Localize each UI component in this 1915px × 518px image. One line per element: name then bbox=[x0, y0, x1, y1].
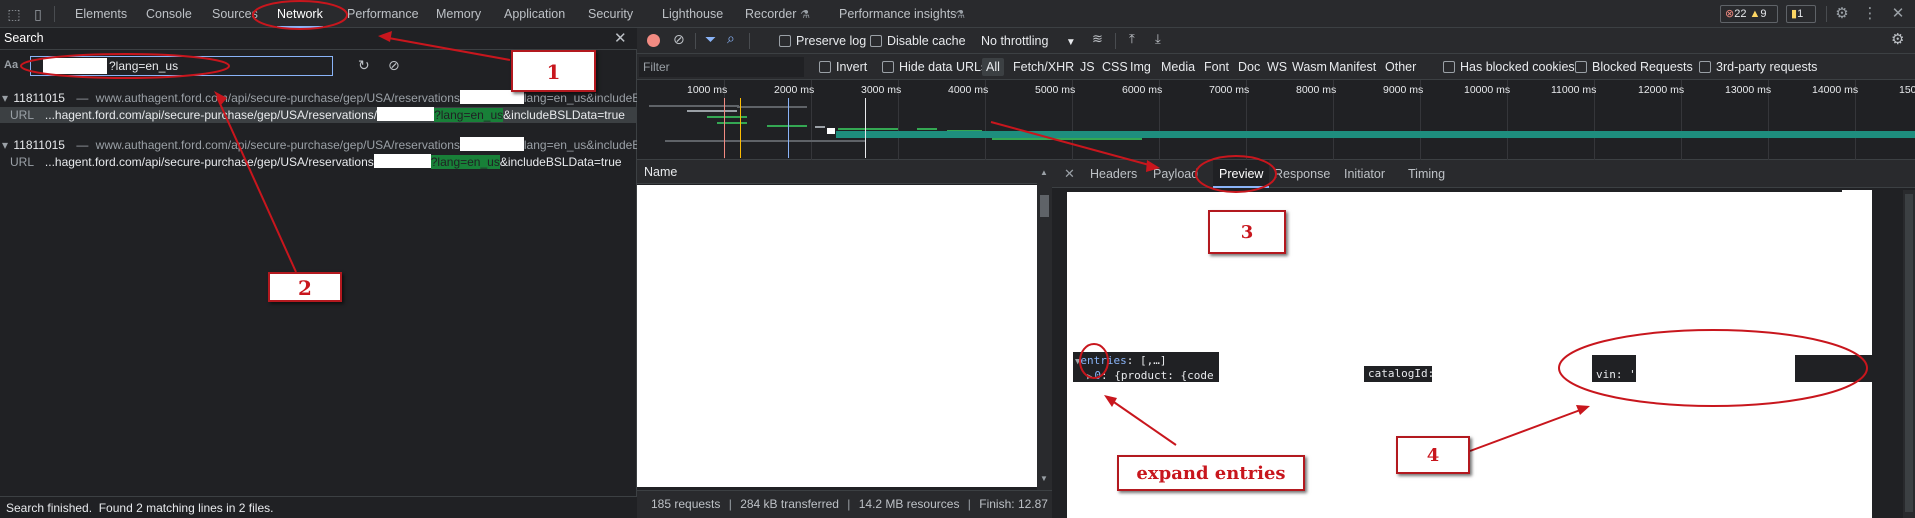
annotation-step-2: 2 bbox=[268, 272, 342, 302]
arrow-expand bbox=[1107, 397, 1177, 446]
arrow-2 bbox=[216, 96, 297, 273]
arrowhead-2 bbox=[214, 91, 227, 105]
preview-tab-circle bbox=[1195, 155, 1277, 193]
arrowhead-4 bbox=[1576, 405, 1590, 415]
entries-arrow-circle bbox=[1079, 343, 1109, 379]
arrowhead-1 bbox=[378, 31, 392, 42]
arrow-1 bbox=[382, 36, 511, 61]
annotation-overlay bbox=[20, 0, 1868, 452]
search-query-circle bbox=[20, 53, 230, 79]
annotation-expand-entries: expand entries bbox=[1117, 455, 1305, 491]
network-tab-circle bbox=[252, 0, 348, 30]
annotation-step-1: 1 bbox=[511, 50, 596, 92]
arrow-3 bbox=[990, 121, 1154, 167]
arrowhead-expand bbox=[1104, 395, 1117, 407]
vin-circle bbox=[1558, 329, 1868, 407]
annotation-step-4: 4 bbox=[1396, 436, 1470, 474]
annotation-step-3: 3 bbox=[1208, 210, 1286, 254]
arrowhead-3 bbox=[1146, 160, 1160, 172]
arrow-4 bbox=[1469, 408, 1584, 452]
